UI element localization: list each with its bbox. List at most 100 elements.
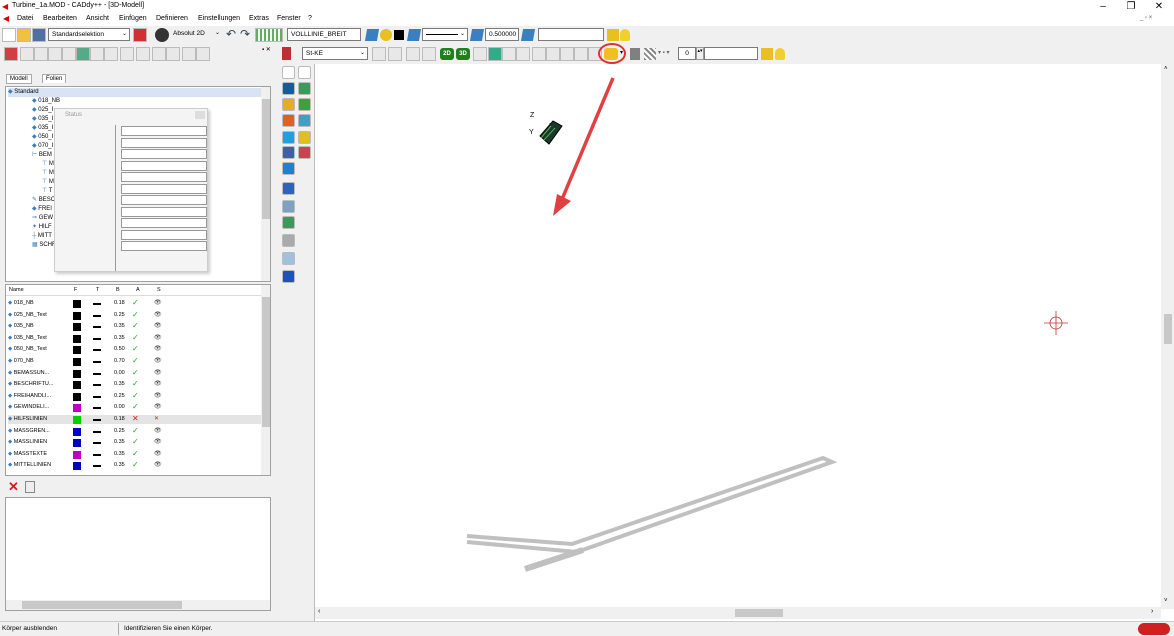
layer-active-check-icon[interactable]: ✓ (132, 460, 139, 469)
tree-item[interactable]: ◆ 025_I (32, 106, 53, 115)
layer-visible-eye-icon[interactable]: 👁 (154, 403, 162, 412)
tree-root[interactable]: ◆ Standard (8, 88, 263, 97)
eraser-icon[interactable] (282, 270, 295, 283)
coord-globe-icon[interactable] (155, 28, 169, 42)
layer-width[interactable]: 0.35 (114, 438, 125, 447)
layer-linetype[interactable] (93, 395, 101, 398)
app-menu-icon[interactable]: ◀ (3, 14, 9, 23)
layer-row[interactable]: ◆ MASSGREN... 0.25 ✓ 👁 (8, 426, 264, 436)
tree-item[interactable]: ◆ 035_I (32, 124, 53, 133)
mirror-icon[interactable] (282, 200, 295, 213)
toolbar-empty-input[interactable] (538, 28, 604, 41)
layer-color-swatch[interactable] (73, 358, 81, 366)
table-icon[interactable] (90, 47, 104, 61)
pencil-draw-icon[interactable] (282, 162, 295, 175)
tree-item[interactable]: ◆ FREI (32, 205, 52, 214)
layer-color-swatch[interactable] (73, 427, 81, 436)
open-folder-icon[interactable] (17, 28, 31, 42)
move-icon[interactable] (282, 146, 295, 159)
hatch-pattern-icon[interactable] (282, 234, 295, 247)
layer-width[interactable]: 0.50 (114, 345, 125, 354)
layer-linetype[interactable] (93, 303, 101, 305)
layer-active-check-icon[interactable]: ✓ (132, 368, 139, 377)
menu-definieren[interactable]: Definieren (156, 15, 188, 22)
layer-active-check-icon[interactable]: ✓ (132, 310, 139, 319)
tree-item[interactable]: ◆ 050_I (32, 133, 53, 142)
layer-linetype[interactable] (93, 419, 101, 421)
col-t[interactable]: T (96, 287, 99, 293)
cube-icon[interactable] (298, 82, 311, 95)
shape-icon[interactable] (182, 47, 196, 61)
list-icon[interactable] (196, 47, 210, 61)
window-icon[interactable] (152, 47, 166, 61)
rotate-icon[interactable] (473, 47, 487, 61)
info-icon[interactable] (282, 252, 295, 265)
layer-visible-eye-icon[interactable]: 👁 (154, 461, 162, 470)
layer-linetype[interactable] (93, 430, 101, 433)
folder-icon[interactable] (607, 29, 619, 41)
select-icon[interactable] (34, 47, 48, 61)
linetype-name-input[interactable]: VOLLLINIE_BREIT (287, 28, 361, 41)
menu-ansicht[interactable]: Ansicht (86, 15, 109, 22)
layer-color-swatch[interactable] (73, 439, 81, 448)
hide-body-dropdown-icon[interactable]: ▾ (620, 49, 623, 56)
layer-active-check-icon[interactable]: ✓ (132, 379, 139, 388)
style-select[interactable]: St-KE ⌄ (302, 47, 368, 60)
layer-visible-eye-icon[interactable]: 👁 (154, 450, 162, 459)
tree-item[interactable]: ◆ 018_NB (32, 97, 60, 106)
dimension-text-icon[interactable] (282, 216, 295, 229)
layer-visible-eye-icon[interactable]: 👁 (154, 299, 162, 308)
layer-width[interactable]: 0.35 (114, 461, 125, 470)
layer-color-swatch[interactable] (73, 300, 81, 308)
zoom-all-icon[interactable] (560, 47, 574, 61)
tree-scrollbar[interactable] (261, 87, 270, 281)
status-popup-close[interactable] (195, 111, 205, 119)
layer-width[interactable]: 0.35 (114, 380, 125, 389)
paint-icon[interactable] (76, 47, 90, 61)
tree-item[interactable]: ◆ 070_I (32, 142, 53, 151)
pick-icon[interactable] (48, 47, 62, 61)
undo-delete-icon[interactable] (25, 481, 35, 493)
layer-active-check-icon[interactable]: ✓ (132, 321, 139, 330)
col-f[interactable]: F (74, 287, 77, 293)
layer-icon-2[interactable] (406, 29, 422, 41)
delete-x-icon[interactable]: ✕ (8, 479, 19, 495)
layer-active-check-icon[interactable]: ✓ (132, 391, 139, 400)
redo-icon[interactable]: ↷ (240, 27, 250, 41)
linestyle-select[interactable]: ⌄ (422, 28, 468, 41)
tool-extra-icon[interactable] (298, 146, 311, 159)
layer-color-swatch[interactable] (73, 416, 81, 424)
menu-help[interactable]: ? (308, 15, 312, 22)
layer-row[interactable]: ◆ MITTELLINIEN 0.35 ✓ 👁 (8, 460, 264, 471)
layer-color-swatch[interactable] (73, 369, 81, 378)
layer-linetype[interactable] (93, 372, 101, 375)
layer-row[interactable]: ◆ BEMASSUN... 0.00 ✓ 👁 (8, 368, 264, 378)
layer-row[interactable]: ◆ 050_NB_Text 0.50 ✓ 👁 (8, 344, 264, 355)
coord-mode-select[interactable]: Absolut 2D ⌄ (170, 28, 222, 41)
panel-pin-icon[interactable]: ▪ ✕ (262, 46, 271, 53)
layer-row[interactable]: ◆ 070_NB 0.70 ✓ 👁 (8, 356, 264, 366)
edit-icon[interactable] (62, 47, 76, 61)
layer-active-check-icon[interactable]: ✓ (132, 449, 139, 458)
bulb-icon[interactable] (620, 29, 630, 41)
tree-item[interactable]: ⊤ M (42, 169, 54, 178)
menu-extras[interactable]: Extras (249, 15, 269, 22)
menu-fenster[interactable]: Fenster (277, 15, 301, 22)
layer-active-check-icon[interactable]: ✓ (132, 402, 139, 411)
layer-linetype[interactable] (93, 465, 101, 468)
view-2d-button[interactable]: 2D (440, 48, 454, 60)
layer-icon-3[interactable] (469, 29, 485, 41)
menu-einstellungen[interactable]: Einstellungen (198, 15, 240, 22)
view-3d-button[interactable]: 3D (456, 48, 470, 60)
cursor-icon[interactable] (282, 66, 295, 79)
layer-visible-eye-icon[interactable]: 👁 (154, 334, 162, 343)
dimension-icon[interactable] (104, 47, 118, 61)
pencil-icon[interactable] (406, 47, 420, 61)
tree-item[interactable]: ⇒ GEW (32, 214, 53, 223)
layer-active-check-icon[interactable]: ✓ (132, 356, 139, 365)
layer-visible-eye-icon[interactable]: 👁 (154, 438, 162, 447)
save-icon[interactable] (32, 28, 46, 42)
layer-hidden-icon[interactable]: ✕ (154, 415, 159, 424)
layer-width[interactable]: 0.25 (114, 392, 125, 401)
shade-icon[interactable] (630, 48, 640, 60)
